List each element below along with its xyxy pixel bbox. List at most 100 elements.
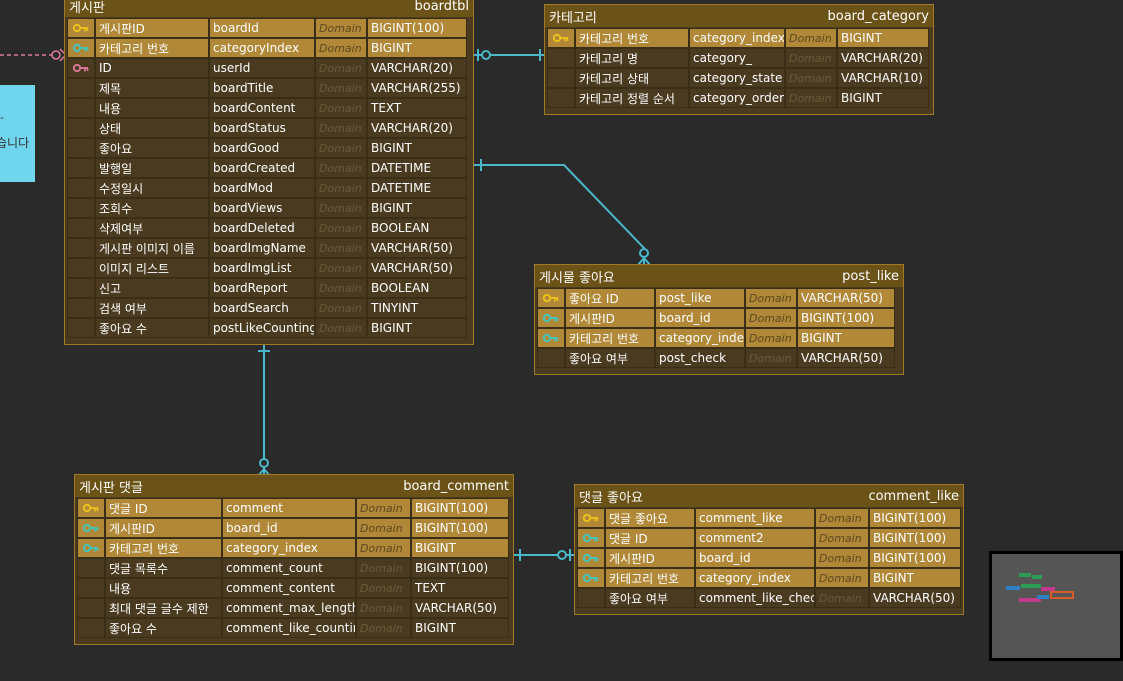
- minimap-block: [1006, 586, 1020, 590]
- column-icon-slot: [67, 198, 95, 218]
- column-row[interactable]: 카테고리 명 category_ Domain VARCHAR(20): [547, 48, 931, 68]
- column-row[interactable]: 카테고리 번호 category_index Domain BIGINT: [547, 28, 931, 48]
- column-data-type: BIGINT: [367, 318, 467, 338]
- memo-note[interactable]: - 습니다: [0, 85, 35, 182]
- column-row[interactable]: 검색 여부 boardSearch Domain TINYINT: [67, 298, 471, 318]
- column-row[interactable]: 수정일시 boardMod Domain DATETIME: [67, 178, 471, 198]
- column-data-type: VARCHAR(20): [367, 118, 467, 138]
- column-row[interactable]: 제목 boardTitle Domain VARCHAR(255): [67, 78, 471, 98]
- column-physical-name: comment_like: [695, 508, 815, 528]
- entity-header[interactable]: 게시물 좋아요 post_like: [535, 265, 903, 287]
- column-row[interactable]: 내용 boardContent Domain TEXT: [67, 98, 471, 118]
- column-data-type: BIGINT(100): [869, 508, 961, 528]
- column-row[interactable]: 이미지 리스트 boardImgList Domain VARCHAR(50): [67, 258, 471, 278]
- column-row[interactable]: 카테고리 상태 category_state Domain VARCHAR(10): [547, 68, 931, 88]
- column-physical-name: comment_count: [222, 558, 356, 578]
- entity-board-comment[interactable]: 게시판 댓글 board_comment 댓글 ID comment Domain B…: [74, 474, 514, 645]
- column-row[interactable]: 게시판ID boardId Domain BIGINT(100): [67, 18, 471, 38]
- column-row[interactable]: 신고 boardReport Domain BOOLEAN: [67, 278, 471, 298]
- column-logical-name: 좋아요: [95, 138, 209, 158]
- column-row[interactable]: 좋아요 수 postLikeCounting Domain BIGINT: [67, 318, 471, 338]
- relation-line-comment-commentlike: [514, 549, 576, 561]
- entity-table-name: comment_like: [868, 488, 959, 504]
- primary-key-icon: [577, 508, 605, 528]
- column-domain: Domain: [315, 58, 367, 78]
- entity-board-category[interactable]: 카테고리 board_category 카테고리 번호 category_inde…: [544, 4, 934, 115]
- column-row[interactable]: 댓글 ID comment2 Domain BIGINT(100): [577, 528, 961, 548]
- entity-columns: 좋아요 ID post_like Domain VARCHAR(50) 게시판ID boa…: [535, 287, 903, 370]
- column-domain: Domain: [785, 88, 837, 108]
- column-data-type: BIGINT: [797, 328, 895, 348]
- entity-boardtbl[interactable]: 게시판 boardtbl 게시판ID boardId Domain BIGINT(10…: [64, 0, 474, 345]
- column-row[interactable]: 발행일 boardCreated Domain DATETIME: [67, 158, 471, 178]
- column-icon-slot: [67, 318, 95, 338]
- foreign-primary-key-icon: [537, 328, 565, 348]
- relation-line-board-postlike: [473, 159, 651, 266]
- column-domain: Domain: [315, 158, 367, 178]
- column-row[interactable]: 상태 boardStatus Domain VARCHAR(20): [67, 118, 471, 138]
- minimap[interactable]: [989, 551, 1123, 661]
- entity-title: 댓글 좋아요: [579, 490, 643, 506]
- relation-line-board-comment: [257, 345, 271, 477]
- column-row[interactable]: 최대 댓글 글수 제한 comment_max_length Domain VARCH…: [77, 598, 511, 618]
- column-physical-name: post_like: [655, 288, 745, 308]
- erd-canvas[interactable]: - 습니다 게시판 boardtbl 게시판ID boardId Domain BIG…: [0, 0, 1123, 681]
- foreign-primary-key-icon: [577, 528, 605, 548]
- column-data-type: VARCHAR(20): [367, 58, 467, 78]
- foreign-key-icon: [67, 58, 95, 78]
- column-physical-name: boardImgList: [209, 258, 315, 278]
- column-row[interactable]: 조회수 boardViews Domain BIGINT: [67, 198, 471, 218]
- column-data-type: BIGINT: [367, 38, 467, 58]
- column-row[interactable]: 좋아요 수 comment_like_counting Domain BIGINT: [77, 618, 511, 638]
- minimap-block: [1050, 591, 1074, 599]
- column-logical-name: 검색 여부: [95, 298, 209, 318]
- column-row[interactable]: 게시판 이미지 이름 boardImgName Domain VARCHAR(50): [67, 238, 471, 258]
- column-row[interactable]: 좋아요 여부 comment_like_check Domain VARCHAR(50…: [577, 588, 961, 608]
- column-logical-name: 제목: [95, 78, 209, 98]
- column-logical-name: 삭제여부: [95, 218, 209, 238]
- column-icon-slot: [67, 298, 95, 318]
- column-row[interactable]: 게시판ID board_id Domain BIGINT(100): [537, 308, 901, 328]
- column-data-type: VARCHAR(255): [367, 78, 467, 98]
- column-row[interactable]: 댓글 목록수 comment_count Domain BIGINT(100): [77, 558, 511, 578]
- column-row[interactable]: 카테고리 번호 category_index Domain BIGINT: [77, 538, 511, 558]
- column-row[interactable]: 게시판ID board_id Domain BIGINT(100): [77, 518, 511, 538]
- minimap-block: [1037, 595, 1049, 599]
- entity-header[interactable]: 게시판 댓글 board_comment: [75, 475, 513, 497]
- entity-header[interactable]: 댓글 좋아요 comment_like: [575, 485, 963, 507]
- column-row[interactable]: 좋아요 ID post_like Domain VARCHAR(50): [537, 288, 901, 308]
- entity-header[interactable]: 게시판 boardtbl: [65, 0, 473, 17]
- column-row[interactable]: 삭제여부 boardDeleted Domain BOOLEAN: [67, 218, 471, 238]
- entity-comment-like[interactable]: 댓글 좋아요 comment_like 댓글 좋아요 comment_like Do…: [574, 484, 964, 615]
- column-physical-name: boardId: [209, 18, 315, 38]
- column-row[interactable]: ID userId Domain VARCHAR(20): [67, 58, 471, 78]
- column-row[interactable]: 댓글 ID comment Domain BIGINT(100): [77, 498, 511, 518]
- column-logical-name: 댓글 ID: [605, 528, 695, 548]
- column-row[interactable]: 댓글 좋아요 comment_like Domain BIGINT(100): [577, 508, 961, 528]
- column-row[interactable]: 카테고리 번호 category_index Domain BIGINT: [577, 568, 961, 588]
- minimap-block: [1019, 573, 1031, 577]
- entity-header[interactable]: 카테고리 board_category: [545, 5, 933, 27]
- column-row[interactable]: 내용 comment_content Domain TEXT: [77, 578, 511, 598]
- column-logical-name: 카테고리 정렬 순서: [575, 88, 689, 108]
- column-domain: Domain: [745, 348, 797, 368]
- column-domain: Domain: [815, 528, 869, 548]
- entity-post-like[interactable]: 게시물 좋아요 post_like 좋아요 ID post_like Domain V…: [534, 264, 904, 375]
- column-row[interactable]: 좋아요 여부 post_check Domain VARCHAR(50): [537, 348, 901, 368]
- column-domain: Domain: [315, 218, 367, 238]
- column-data-type: VARCHAR(50): [411, 598, 509, 618]
- column-row[interactable]: 카테고리 정렬 순서 category_order Domain BIGINT: [547, 88, 931, 108]
- column-physical-name: board_id: [222, 518, 356, 538]
- column-row[interactable]: 카테고리 번호 category_index Domain BIGINT: [537, 328, 901, 348]
- column-domain: Domain: [785, 48, 837, 68]
- column-data-type: BIGINT(100): [411, 518, 509, 538]
- column-domain: Domain: [315, 178, 367, 198]
- column-row[interactable]: 좋아요 boardGood Domain BIGINT: [67, 138, 471, 158]
- column-data-type: TINYINT: [367, 298, 467, 318]
- column-domain: Domain: [815, 508, 869, 528]
- column-row[interactable]: 카테고리 번호 categoryIndex Domain BIGINT: [67, 38, 471, 58]
- primary-key-icon: [67, 18, 95, 38]
- column-data-type: DATETIME: [367, 158, 467, 178]
- column-row[interactable]: 게시판ID board_id Domain BIGINT(100): [577, 548, 961, 568]
- column-physical-name: comment: [222, 498, 356, 518]
